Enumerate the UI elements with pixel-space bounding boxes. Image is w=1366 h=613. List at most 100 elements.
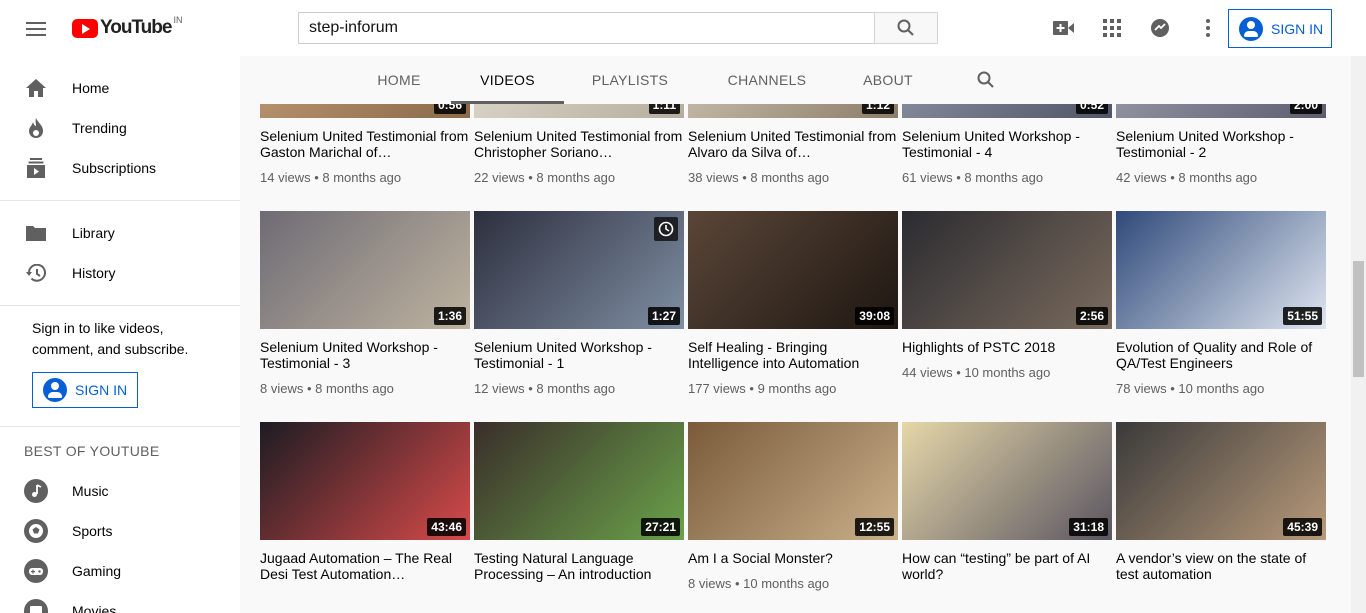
best-of-youtube-heading: BEST OF YOUTUBE <box>24 443 160 459</box>
video-card[interactable]: 12:55 Am I a Social Monster? 8 views • 10 … <box>688 422 898 591</box>
search-icon <box>897 19 914 36</box>
video-thumbnail[interactable]: 1:27 <box>474 211 684 329</box>
sign-in-button[interactable]: SIGN IN <box>1228 9 1332 48</box>
messages-icon[interactable] <box>1148 16 1172 40</box>
video-card[interactable]: 1:27 Selenium United Workshop - Testimoni… <box>474 211 684 396</box>
video-thumbnail[interactable]: 31:18 <box>902 422 1112 540</box>
video-card[interactable]: 39:08 Self Healing - Bringing Intelligenc… <box>688 211 898 396</box>
sign-in-label: SIGN IN <box>75 382 128 398</box>
tab-videos[interactable]: VIDEOS <box>451 56 564 104</box>
tab-playlists[interactable]: PLAYLISTS <box>577 56 683 104</box>
logo-text: YouTube <box>100 17 172 38</box>
video-thumbnail[interactable]: 51:55 <box>1116 211 1326 329</box>
video-title[interactable]: Evolution of Quality and Role of QA/Test… <box>1116 339 1326 371</box>
video-meta: 8 views • 10 months ago <box>688 576 830 591</box>
logo-country: IN <box>173 15 183 25</box>
video-duration: 43:46 <box>427 518 466 536</box>
video-title[interactable]: Self Healing - Bringing Intelligence int… <box>688 339 898 371</box>
video-card[interactable]: 27:21 Testing Natural Language Processing… <box>474 422 684 592</box>
search-button[interactable] <box>874 12 938 44</box>
video-duration: 45:39 <box>1283 518 1322 536</box>
folder-icon <box>24 221 48 245</box>
menu-icon[interactable] <box>24 18 48 38</box>
video-card[interactable]: 31:18 How can “testing” be part of AI wor… <box>902 422 1112 592</box>
sidebar-item-music[interactable]: Music <box>0 471 240 511</box>
channel-search-icon[interactable] <box>974 56 998 104</box>
video-meta: 44 views • 10 months ago <box>902 365 1051 380</box>
video-card[interactable]: 2:56 Highlights of PSTC 2018 44 views • 10… <box>902 211 1112 380</box>
video-meta: 22 views • 8 months ago <box>474 170 616 185</box>
video-duration: 31:18 <box>1069 518 1108 536</box>
video-thumbnail[interactable]: 12:55 <box>688 422 898 540</box>
video-meta: 177 views • 9 months ago <box>688 381 837 396</box>
video-thumbnail[interactable]: 39:08 <box>688 211 898 329</box>
video-title[interactable]: Selenium United Testimonial from Christo… <box>474 128 684 160</box>
scrollbar-thumb[interactable] <box>1353 261 1364 377</box>
video-thumbnail[interactable]: 43:46 <box>260 422 470 540</box>
video-title[interactable]: How can “testing” be part of AI world? <box>902 550 1112 582</box>
video-thumbnail[interactable]: 2:56 <box>902 211 1112 329</box>
sign-in-label: SIGN IN <box>1271 20 1324 37</box>
sidebar-item-label: Subscriptions <box>72 160 157 176</box>
video-meta: 14 views • 8 months ago <box>260 170 402 185</box>
video-meta: 12 views • 8 months ago <box>474 381 616 396</box>
search-input[interactable] <box>298 12 874 44</box>
sports-icon <box>24 519 48 543</box>
divider <box>0 305 240 306</box>
sidebar-item-label: Trending <box>72 120 127 136</box>
video-title[interactable]: Selenium United Testimonial from Gaston … <box>260 128 470 160</box>
sidebar-item-subscriptions[interactable]: Subscriptions <box>0 148 240 188</box>
scrollbar[interactable] <box>1351 56 1366 613</box>
video-title[interactable]: Am I a Social Monster? <box>688 550 898 566</box>
divider <box>0 426 240 427</box>
sidebar-sign-in-button[interactable]: SIGN IN <box>32 372 138 408</box>
music-icon <box>24 479 48 503</box>
tab-channels[interactable]: CHANNELS <box>712 56 822 104</box>
video-title[interactable]: Selenium United Workshop - Testimonial -… <box>1116 128 1326 160</box>
video-meta: 38 views • 8 months ago <box>688 170 830 185</box>
video-meta: 42 views • 8 months ago <box>1116 170 1258 185</box>
video-duration: 27:21 <box>641 518 680 536</box>
movies-icon <box>24 599 48 613</box>
tab-home[interactable]: HOME <box>360 56 438 104</box>
video-title[interactable]: Selenium United Testimonial from Alvaro … <box>688 128 898 160</box>
video-title[interactable]: Jugaad Automation – The Real Desi Test A… <box>260 550 470 582</box>
signin-prompt: Sign in to like videos, comment, and sub… <box>32 320 189 357</box>
video-title[interactable]: Testing Natural Language Processing – An… <box>474 550 684 582</box>
history-icon <box>24 261 48 285</box>
youtube-logo[interactable]: YouTube IN <box>72 15 183 39</box>
video-thumbnail[interactable]: 45:39 <box>1116 422 1326 540</box>
tab-about[interactable]: ABOUT <box>851 56 925 104</box>
sidebar-item-home[interactable]: Home <box>0 68 240 108</box>
video-card[interactable]: 1:36 Selenium United Workshop - Testimoni… <box>260 211 470 396</box>
video-title[interactable]: Selenium United Workshop - Testimonial -… <box>474 339 684 371</box>
sidebar-item-trending[interactable]: Trending <box>0 108 240 148</box>
sidebar-item-label: Music <box>72 483 109 499</box>
account-icon <box>43 378 67 402</box>
watch-later-icon[interactable] <box>654 217 678 241</box>
video-card[interactable]: 45:39 A vendor’s view on the state of tes… <box>1116 422 1326 592</box>
video-title[interactable]: A vendor’s view on the state of test aut… <box>1116 550 1326 582</box>
video-title[interactable]: Highlights of PSTC 2018 <box>902 339 1112 355</box>
video-meta: 78 views • 10 months ago <box>1116 381 1265 396</box>
sidebar-item-sports[interactable]: Sports <box>0 511 240 551</box>
subscriptions-icon <box>24 156 48 180</box>
video-duration: 2:56 <box>1075 307 1108 325</box>
more-options-icon[interactable] <box>1196 16 1220 40</box>
video-thumbnail[interactable]: 27:21 <box>474 422 684 540</box>
video-duration: 1:36 <box>433 307 466 325</box>
video-card[interactable]: 43:46 Jugaad Automation – The Real Desi T… <box>260 422 470 592</box>
video-title[interactable]: Selenium United Workshop - Testimonial -… <box>902 128 1112 160</box>
sidebar-item-gaming[interactable]: Gaming <box>0 551 240 591</box>
video-title[interactable]: Selenium United Workshop - Testimonial -… <box>260 339 470 371</box>
video-duration: 39:08 <box>855 307 894 325</box>
apps-grid-icon[interactable] <box>1100 16 1124 40</box>
masthead: YouTube IN SIGN IN <box>0 0 1366 56</box>
sidebar-item-movies[interactable]: Movies <box>0 591 240 613</box>
sidebar-item-history[interactable]: History <box>0 253 240 293</box>
sidebar-item-library[interactable]: Library <box>0 213 240 253</box>
create-video-icon[interactable] <box>1052 16 1076 40</box>
video-card[interactable]: 51:55 Evolution of Quality and Role of QA… <box>1116 211 1326 396</box>
video-thumbnail[interactable]: 1:36 <box>260 211 470 329</box>
sidebar-item-label: History <box>72 265 116 281</box>
